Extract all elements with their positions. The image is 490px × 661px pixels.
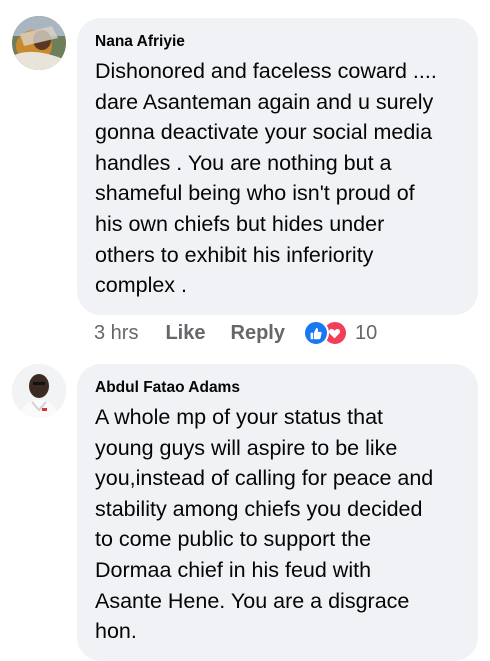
avatar-photo: [12, 364, 66, 418]
reply-button[interactable]: Reply: [231, 322, 285, 345]
like-button[interactable]: Like: [165, 322, 205, 345]
comment-author[interactable]: Abdul Fatao Adams: [95, 378, 460, 398]
comment-text: A whole mp of your status that young guy…: [95, 405, 434, 644]
avatar[interactable]: [12, 364, 66, 418]
comment-bubble: Abdul Fatao Adams A whole mp of your sta…: [77, 364, 478, 661]
reactions-summary[interactable]: 10: [302, 320, 378, 346]
like-icon: [302, 320, 329, 346]
comment-timestamp[interactable]: 3 hrs: [94, 322, 138, 345]
comment-bubble: Nana Afriyie Dishonored and faceless cow…: [77, 18, 478, 315]
reaction-count: 10: [354, 321, 378, 344]
avatar[interactable]: [12, 16, 66, 70]
comment-actions: 3 hrs Like Reply 10: [94, 318, 377, 348]
comment-author[interactable]: Nana Afriyie: [95, 32, 460, 52]
comment-text: Dishonored and faceless coward .... dare…: [95, 59, 437, 298]
avatar-photo: [12, 16, 66, 70]
